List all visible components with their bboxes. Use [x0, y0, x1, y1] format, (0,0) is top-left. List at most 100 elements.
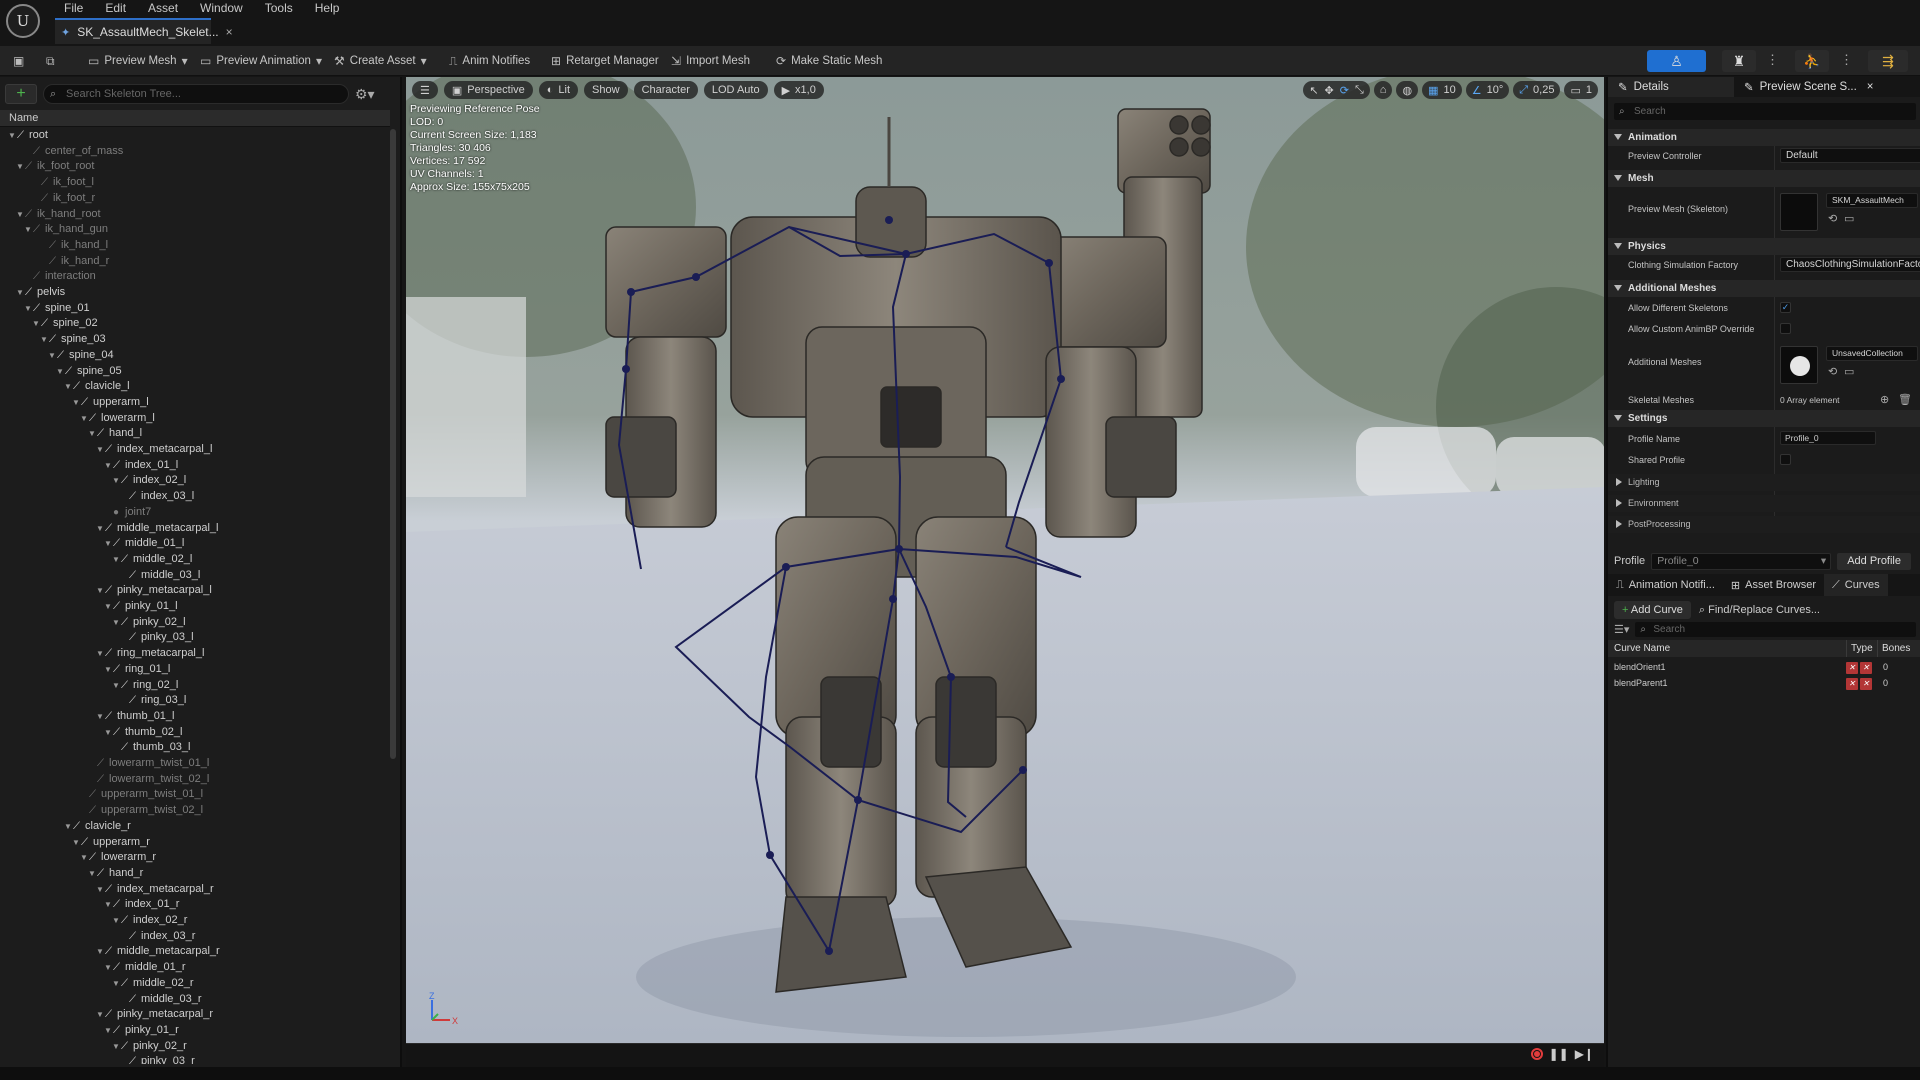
expand-arrow-icon[interactable]: ▼ [80, 411, 88, 427]
tree-row[interactable]: ▼ ⟋ index_02_l [0, 473, 390, 489]
expand-arrow-icon[interactable]: ▼ [112, 615, 120, 631]
menu-asset[interactable]: Asset [137, 0, 189, 16]
expand-arrow-icon[interactable]: ▼ [96, 1007, 104, 1023]
profile-dropdown[interactable]: Profile_0 ▾ [1651, 552, 1832, 570]
tree-row[interactable]: ▼ ⟋ ik_hand_gun [0, 222, 390, 238]
tree-row[interactable]: ⟋ ring_03_l [0, 693, 390, 709]
tree-row[interactable]: ▼ ⟋ ring_metacarpal_l [0, 646, 390, 662]
tree-row[interactable]: ⟋ lowerarm_twist_01_l [0, 756, 390, 772]
expand-arrow-icon[interactable]: ▼ [104, 458, 112, 474]
reset-arrow-icon[interactable]: ⟲ [1828, 212, 1837, 225]
collection-picker[interactable]: UnsavedCollection [1826, 346, 1918, 361]
col-type[interactable]: Type [1846, 640, 1873, 657]
tree-row[interactable]: ▼ ⟋ spine_05 [0, 364, 390, 380]
section-additional-meshes[interactable]: Additional Meshes [1608, 280, 1920, 297]
tree-row[interactable]: ▼ ⟋ middle_02_r [0, 976, 390, 992]
create-asset-button[interactable]: ⚒ Create Asset ▾ [334, 50, 427, 72]
grid-snap-button[interactable]: ▦ 10 [1422, 81, 1462, 99]
expand-arrow-icon[interactable]: ▼ [72, 835, 80, 851]
tree-row[interactable]: ⟋ interaction [0, 269, 390, 285]
expand-arrow-icon[interactable]: ▼ [40, 332, 48, 348]
pause-button[interactable]: ❚❚ [1549, 1047, 1569, 1061]
tree-row[interactable]: ▼ ⟋ clavicle_r [0, 819, 390, 835]
playback-speed-button[interactable]: ▶ x1,0 [773, 81, 824, 99]
unreal-logo-icon[interactable]: U [6, 4, 40, 38]
expand-arrow-icon[interactable]: ▼ [104, 725, 112, 741]
expand-arrow-icon[interactable]: ▼ [80, 850, 88, 866]
tree-row[interactable]: ▼ ⟋ ring_01_l [0, 662, 390, 678]
expand-arrow-icon[interactable]: ▼ [56, 364, 64, 380]
browse-folder-icon[interactable]: ▭ [1844, 212, 1854, 225]
tree-row[interactable]: ▼ ⟋ lowerarm_r [0, 850, 390, 866]
browse-folder-icon[interactable]: ▭ [1844, 365, 1854, 378]
lod-button[interactable]: LOD Auto [703, 81, 768, 99]
expand-arrow-icon[interactable]: ▼ [16, 207, 24, 223]
viewport[interactable]: ☰ ▣ Perspective ◐ Lit Show Character LOD A… [406, 77, 1604, 1043]
expand-arrow-icon[interactable]: ▼ [112, 552, 120, 568]
expand-arrow-icon[interactable]: ▼ [32, 316, 40, 332]
document-tab[interactable]: ✦ SK_AssaultMech_Skelet... × [55, 18, 233, 44]
tree-row[interactable]: ⟋ pinky_03_l [0, 630, 390, 646]
tree-row[interactable]: ⟋ index_03_l [0, 489, 390, 505]
expand-arrow-icon[interactable]: ▼ [88, 426, 96, 442]
expand-arrow-icon[interactable]: ▼ [96, 646, 104, 662]
expand-arrow-icon[interactable]: ▼ [104, 599, 112, 615]
scale-snap-button[interactable]: ⤢ 0,25 [1513, 81, 1561, 99]
retarget-manager-button[interactable]: ⊞ Retarget Manager [551, 50, 659, 72]
curve-row[interactable]: blendOrient1 ✕ ✕ 0 [1608, 659, 1920, 675]
tree-scrollbar[interactable] [390, 129, 396, 759]
expand-arrow-icon[interactable]: ▼ [96, 442, 104, 458]
tree-row[interactable]: ⟋ ik_foot_r [0, 191, 390, 207]
more-options-icon-2[interactable]: ⋮ [1840, 52, 1853, 68]
tree-row[interactable]: ▼ ⟋ index_metacarpal_r [0, 882, 390, 898]
tree-row[interactable]: ▼ ⟋ root [0, 128, 390, 144]
tree-row[interactable]: ▼ ⟋ index_01_l [0, 458, 390, 474]
tree-row[interactable]: ▼ ⟋ pinky_01_l [0, 599, 390, 615]
menu-edit[interactable]: Edit [94, 0, 137, 16]
tree-row[interactable]: ▼ ⟋ spine_04 [0, 348, 390, 364]
trash-icon[interactable]: 🗑 [1898, 393, 1912, 406]
expand-arrow-icon[interactable]: ▼ [96, 709, 104, 725]
details-search-input[interactable]: ⌕ Search [1614, 103, 1916, 120]
shared-profile-checkbox[interactable] [1780, 454, 1791, 465]
tree-row[interactable]: ▼ ⟋ index_02_r [0, 913, 390, 929]
tree-row[interactable]: ▼ ⟋ lowerarm_l [0, 411, 390, 427]
menu-window[interactable]: Window [189, 0, 254, 16]
settings-gear-icon[interactable]: ⚙▾ [355, 86, 375, 103]
tree-row[interactable]: ⟋ index_03_r [0, 929, 390, 945]
surface-snap-button[interactable]: ⌂ [1373, 81, 1393, 99]
timeline-bar[interactable]: ❚❚ ▶❙ [406, 1043, 1604, 1067]
tree-row[interactable]: ▼ ⟋ hand_r [0, 866, 390, 882]
rotation-snap-button[interactable]: ∠ 10° [1465, 81, 1510, 99]
preview-mesh-button[interactable]: ▭ Preview Mesh ▾ [88, 50, 188, 72]
tree-row[interactable]: ▼ ⟋ upperarm_l [0, 395, 390, 411]
tab-asset-browser[interactable]: ⊞ Asset Browser [1723, 574, 1824, 596]
section-settings[interactable]: Settings [1608, 410, 1920, 427]
section-environment[interactable]: Environment [1608, 495, 1920, 512]
tree-row[interactable]: ▼ ⟋ middle_01_r [0, 960, 390, 976]
tree-row[interactable]: ▼ ⟋ middle_01_l [0, 536, 390, 552]
tree-row[interactable]: ▼ ⟋ pinky_metacarpal_l [0, 583, 390, 599]
section-physics[interactable]: Physics [1608, 238, 1920, 255]
world-local-button[interactable]: ◍ [1396, 81, 1419, 99]
expand-arrow-icon[interactable]: ▼ [72, 395, 80, 411]
collection-thumbnail[interactable] [1780, 346, 1818, 384]
expand-arrow-icon[interactable]: ▼ [104, 897, 112, 913]
tab-preview-scene[interactable]: ✎ Preview Scene S... × [1734, 77, 1884, 97]
tree-row[interactable]: ▼ ⟋ ik_foot_root [0, 159, 390, 175]
tree-row[interactable]: ● joint7 [0, 505, 390, 521]
menu-help[interactable]: Help [304, 0, 351, 16]
section-lighting[interactable]: Lighting [1608, 474, 1920, 491]
tree-row[interactable]: ▼ ⟋ index_01_r [0, 897, 390, 913]
allow-custom-animbp-checkbox[interactable] [1780, 323, 1791, 334]
mesh-thumbnail[interactable] [1780, 193, 1818, 231]
tree-row[interactable]: ▼ ⟋ pelvis [0, 285, 390, 301]
expand-arrow-icon[interactable]: ▼ [96, 583, 104, 599]
physics-mode-button[interactable]: ⇶ [1868, 50, 1908, 72]
filter-icon[interactable]: ☰▾ [1614, 623, 1629, 636]
expand-arrow-icon[interactable]: ▼ [24, 222, 32, 238]
tree-row[interactable]: ▼ ⟋ pinky_01_r [0, 1023, 390, 1039]
camera-speed-button[interactable]: ▭ 1 [1564, 81, 1598, 99]
tree-row[interactable]: ⟋ center_of_mass [0, 144, 390, 160]
tree-row[interactable]: ⟋ thumb_03_l [0, 740, 390, 756]
